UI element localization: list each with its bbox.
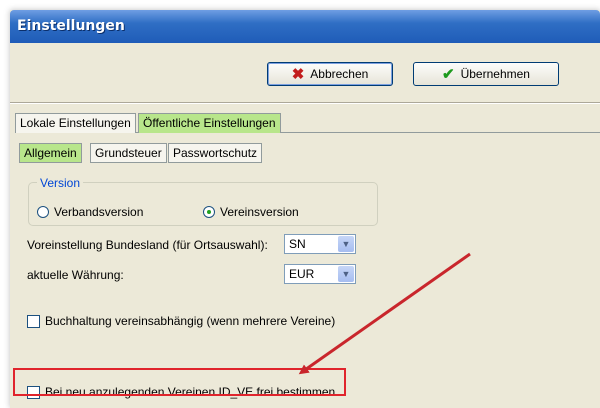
annotation-arrow-icon (298, 252, 471, 375)
